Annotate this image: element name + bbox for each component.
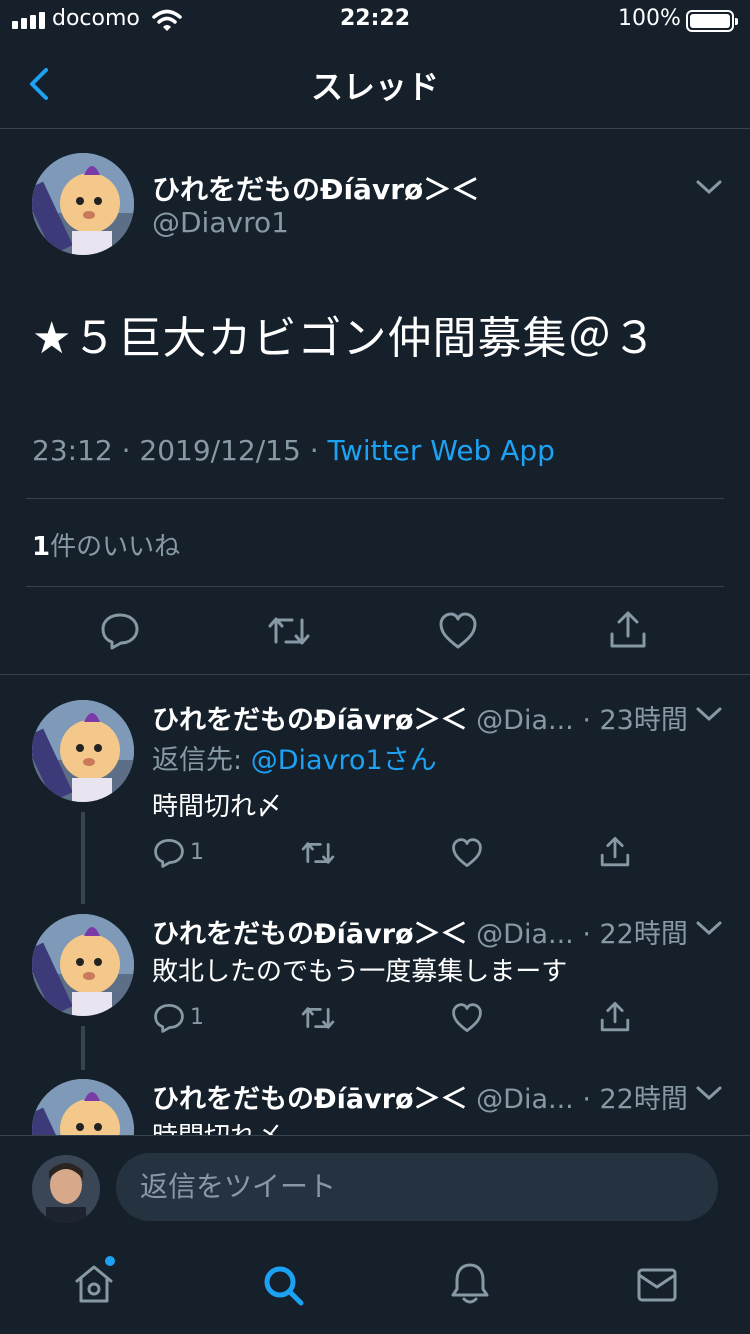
- reply-time: 22時間: [599, 919, 688, 950]
- share-icon[interactable]: [599, 836, 631, 868]
- reply-text: 敗北したのでもう一度募集しまーす: [152, 957, 568, 987]
- reply-icon[interactable]: [100, 612, 140, 650]
- battery-icon: [686, 10, 738, 32]
- display-name[interactable]: ひれをだものĐíāvrø＞＜: [152, 1084, 468, 1115]
- search-icon[interactable]: [261, 1263, 305, 1307]
- share-icon[interactable]: [608, 610, 648, 650]
- reply-count: 1: [190, 1005, 204, 1030]
- battery-percent: 100%: [618, 6, 681, 31]
- reply-text: 時間切れ〆: [152, 792, 283, 822]
- tab-bar: [0, 1241, 750, 1334]
- chevron-down-icon[interactable]: [694, 1082, 724, 1104]
- tweet-source-link[interactable]: Twitter Web App: [328, 434, 555, 467]
- retweet-icon[interactable]: [266, 612, 312, 650]
- reply-header: ひれをだものĐíāvrø＞＜ @Dia... · 22時間: [152, 1084, 688, 1115]
- notifications-icon[interactable]: [449, 1261, 491, 1307]
- current-user-avatar[interactable]: [32, 1155, 100, 1223]
- reply-input[interactable]: 返信をツイート: [116, 1153, 718, 1221]
- likes-count-link[interactable]: 1件のいいね: [32, 526, 180, 563]
- status-bar: docomo 22:22 100%: [0, 0, 750, 40]
- tweet-text: ★５巨大カビゴン仲間募集＠３: [32, 313, 658, 364]
- retweet-icon[interactable]: [300, 838, 336, 868]
- display-name[interactable]: ひれをだものĐíāvrø＞＜: [152, 705, 468, 736]
- thread-line: [81, 1026, 85, 1070]
- reply-to-line: 返信先: @Diavro1さん: [152, 738, 437, 777]
- like-icon[interactable]: [451, 838, 483, 868]
- chevron-down-icon[interactable]: [694, 176, 724, 198]
- reply-time: 23時間: [599, 705, 688, 736]
- reply-header: ひれをだものĐíāvrø＞＜ @Dia... · 22時間: [152, 919, 688, 950]
- reply-compose-bar: 返信をツイート: [0, 1135, 750, 1242]
- divider: [0, 674, 750, 675]
- reply-time: 22時間: [599, 1084, 688, 1115]
- avatar[interactable]: [32, 700, 134, 802]
- notification-dot: [105, 1256, 115, 1266]
- like-icon[interactable]: [451, 1003, 483, 1033]
- handle[interactable]: @Dia...: [476, 705, 574, 736]
- home-icon[interactable]: [73, 1263, 115, 1305]
- share-icon[interactable]: [599, 1001, 631, 1033]
- display-name[interactable]: ひれをだものĐíāvrø＞＜: [152, 919, 468, 950]
- tweet-date: 2019/12/15: [139, 434, 301, 467]
- avatar[interactable]: [32, 914, 134, 1016]
- reply-icon[interactable]: [153, 838, 185, 868]
- handle[interactable]: @Diavro1: [152, 206, 289, 239]
- tweet-time: 23:12: [32, 434, 113, 467]
- like-icon[interactable]: [438, 612, 478, 650]
- page-title: スレッド: [310, 68, 439, 106]
- tweet-meta: 23:12 · 2019/12/15 · Twitter Web App: [32, 434, 555, 467]
- likes-label: 件のいいね: [50, 532, 181, 562]
- likes-count: 1: [32, 532, 51, 562]
- avatar[interactable]: [32, 153, 134, 255]
- divider: [26, 498, 724, 499]
- reply-to-label: 返信先:: [152, 745, 251, 776]
- messages-icon[interactable]: [636, 1267, 678, 1303]
- reply-count: 1: [190, 840, 204, 865]
- retweet-icon[interactable]: [300, 1003, 336, 1033]
- handle[interactable]: @Dia...: [476, 919, 574, 950]
- display-name[interactable]: ひれをだものĐíāvrø＞＜: [152, 168, 479, 208]
- reply-header: ひれをだものĐíāvrø＞＜ @Dia... · 23時間: [152, 705, 688, 736]
- chevron-down-icon[interactable]: [694, 703, 724, 725]
- divider: [26, 586, 724, 587]
- reply-to-user-link[interactable]: @Diavro1さん: [251, 745, 437, 776]
- reply-icon[interactable]: [153, 1003, 185, 1033]
- chevron-down-icon[interactable]: [694, 917, 724, 939]
- thread-line: [81, 812, 85, 904]
- navigation-bar: スレッド: [0, 40, 750, 129]
- handle[interactable]: @Dia...: [476, 1084, 574, 1115]
